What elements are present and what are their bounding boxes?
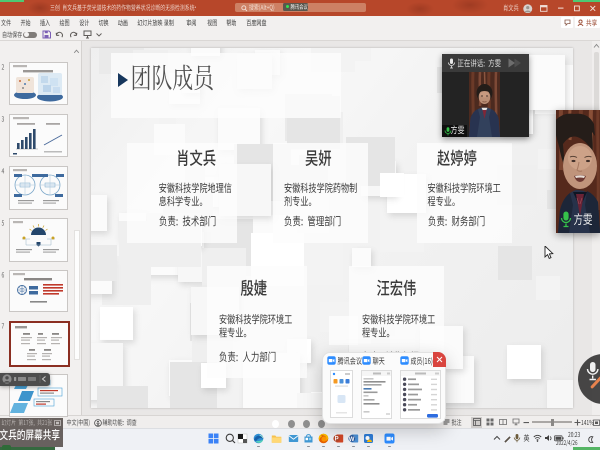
svg-text:P: P [334, 436, 338, 442]
svg-text:W: W [349, 436, 355, 442]
